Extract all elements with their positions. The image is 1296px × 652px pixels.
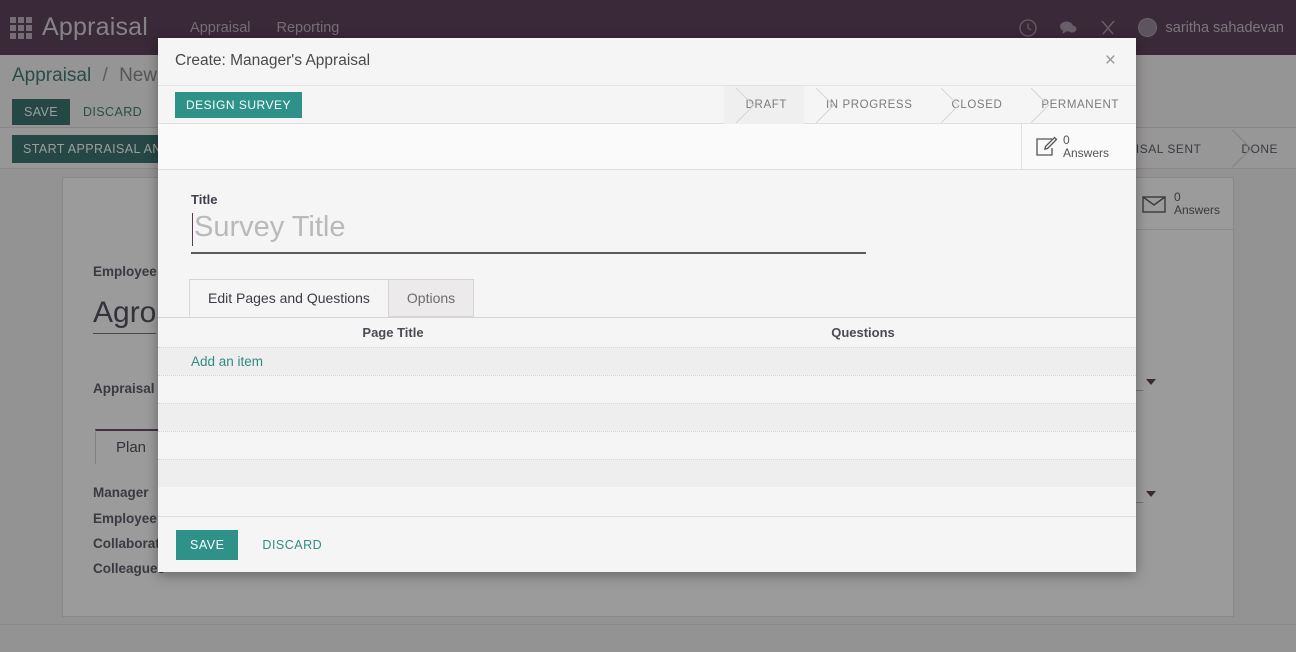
- dialog-tabs: Edit Pages and Questions Options: [189, 279, 1136, 317]
- dialog-footer: SAVE DISCARD: [158, 516, 1136, 572]
- tab-options[interactable]: Options: [387, 279, 475, 317]
- table-row: [158, 431, 1136, 459]
- create-managers-appraisal-dialog: Create: Manager's Appraisal × DESIGN SUR…: [158, 38, 1136, 572]
- status-permanent[interactable]: PERMANENT: [1019, 86, 1136, 124]
- tab-edit-pages-and-questions[interactable]: Edit Pages and Questions: [189, 279, 389, 317]
- status-closed[interactable]: CLOSED: [929, 86, 1019, 124]
- add-an-item-row[interactable]: Add an item: [158, 347, 1136, 375]
- survey-title-input[interactable]: [191, 211, 866, 254]
- status-draft[interactable]: DRAFT: [723, 86, 804, 124]
- status-in-progress[interactable]: IN PROGRESS: [804, 86, 929, 124]
- answers-stat-button[interactable]: 0 Answers: [1021, 124, 1136, 170]
- dialog-header: Create: Manager's Appraisal ×: [158, 38, 1136, 86]
- dialog-title: Create: Manager's Appraisal: [175, 52, 371, 69]
- text-cursor: [192, 213, 193, 246]
- title-field-label: Title: [191, 192, 218, 207]
- table-row: [158, 403, 1136, 431]
- dialog-statusbar: DRAFT IN PROGRESS CLOSED PERMANENT: [723, 86, 1136, 124]
- answers-count: 0: [1063, 132, 1070, 147]
- dialog-stat-row: 0 Answers: [158, 124, 1136, 170]
- title-field-wrapper: [191, 211, 866, 254]
- dialog-body: Title Edit Pages and Questions Options P…: [158, 170, 1136, 516]
- design-survey-button[interactable]: DESIGN SURVEY: [175, 91, 302, 118]
- close-icon[interactable]: ×: [1099, 49, 1122, 72]
- add-an-item-link[interactable]: Add an item: [158, 354, 263, 369]
- discard-button[interactable]: DISCARD: [250, 530, 334, 560]
- app-root: Appraisal Appraisal Reporting saritha sa…: [0, 0, 1296, 652]
- column-header-questions: Questions: [831, 325, 895, 340]
- dialog-control-bar: DESIGN SURVEY DRAFT IN PROGRESS CLOSED P…: [158, 86, 1136, 124]
- pencil-square-icon: [1036, 136, 1058, 156]
- table-row: [158, 459, 1136, 487]
- table-row: [158, 375, 1136, 403]
- column-header-page-title: Page Title: [362, 325, 424, 340]
- pages-table-header: Page Title Questions: [158, 317, 1136, 347]
- save-button[interactable]: SAVE: [176, 529, 239, 560]
- answers-unit: Answers: [1063, 146, 1110, 160]
- answers-stat-text: 0 Answers: [1063, 132, 1110, 160]
